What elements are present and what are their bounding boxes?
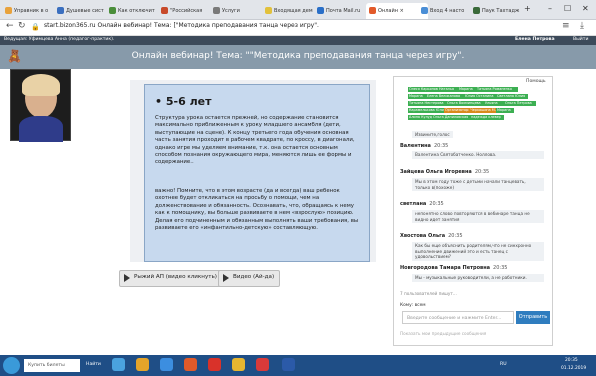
- chat-message-author: Новгородова Тамара Петровна 20:35: [400, 265, 508, 271]
- app-icon[interactable]: [184, 358, 197, 371]
- play-icon: [223, 274, 229, 282]
- participant-chip[interactable]: Карамелькова Юлия: [408, 108, 444, 113]
- chat-message-text: Извините,голос: [412, 131, 453, 138]
- recipient-selector[interactable]: Кому: всем: [400, 303, 426, 308]
- new-tab-button[interactable]: +: [524, 4, 531, 13]
- chat-panel: Помощь Олеся Карьянова Наталья Марина Та…: [393, 76, 553, 346]
- yandex-browser-icon[interactable]: [256, 358, 269, 371]
- participant-chip[interactable]: Ольга Петрова: [504, 101, 536, 106]
- page-title: Онлайн вебинар! Тема: ""Методика препода…: [131, 51, 465, 61]
- participant-chip[interactable]: надежда клевер: [470, 115, 504, 120]
- tab-favicon-icon: [109, 7, 116, 14]
- participant-chip[interactable]: Алина Кулуд: [408, 115, 432, 120]
- help-link[interactable]: Помощь: [526, 79, 546, 84]
- back-arrow-icon[interactable]: ←: [6, 21, 14, 31]
- tab-favicon-icon: [317, 7, 324, 14]
- participant-chip[interactable]: Татьяна Нестерова: [408, 101, 446, 106]
- participant-chip[interactable]: Олеся Карьянова: [408, 87, 438, 92]
- participant-chip[interactable]: Ульяна: [484, 101, 504, 106]
- tab-favicon-icon: [5, 7, 12, 14]
- chat-message-author: Хвостова Ольга 20:35: [400, 233, 463, 239]
- tab-favicon-icon: [57, 7, 64, 14]
- play-video-1-button[interactable]: Рыжий АП (видео кликнуть): [119, 270, 223, 287]
- url-field[interactable]: start.bizon365.ru Онлайн вебинар! Тема: …: [44, 22, 319, 29]
- find-button[interactable]: Найти: [86, 362, 101, 367]
- participants-list: Олеся Карьянова Наталья Марина Татьяна Р…: [396, 87, 548, 129]
- play-video-2-button[interactable]: Видео (Ай-да): [218, 270, 281, 287]
- chat-message-text: Валентина Святобатченко. Ноллова.: [412, 151, 544, 159]
- tab-favicon-icon: [369, 7, 376, 14]
- language-indicator[interactable]: RU: [500, 362, 507, 367]
- lock-icon: 🔒: [31, 23, 40, 31]
- participant-chip[interactable]: Марина: [408, 94, 426, 99]
- chat-message-text: Мы - музыкальные руководители, а не рабо…: [412, 274, 544, 282]
- tab-favicon-icon: [213, 7, 220, 14]
- slide-paragraph-2: важно! Помните, что в этом возрасте (да …: [155, 188, 359, 232]
- slide-title: • 5-6 лет: [155, 95, 212, 108]
- participant-chip[interactable]: Наталья: [438, 87, 458, 92]
- participant-chip[interactable]: Ольга Даниловская: [432, 115, 470, 120]
- participant-chip[interactable]: Ольга Вохминцева: [446, 101, 484, 106]
- close-icon[interactable]: ✕: [582, 4, 589, 13]
- presenter-video[interactable]: [10, 69, 71, 142]
- chat-input[interactable]: Введите сообщение и нажмите Enter...: [402, 311, 514, 324]
- presentation-slide: • 5-6 лет Структура урока остается прежн…: [144, 84, 370, 262]
- participant-chip[interactable]: Марина: [458, 87, 476, 92]
- chat-message-text: Как бы еще объяснить родителям,что не си…: [412, 242, 544, 261]
- minimize-icon[interactable]: –: [548, 4, 552, 13]
- start-button[interactable]: [3, 357, 20, 374]
- send-button[interactable]: Отправить: [516, 311, 550, 324]
- maximize-icon[interactable]: ☐: [564, 4, 571, 13]
- yandex-icon[interactable]: [232, 358, 245, 371]
- download-icon[interactable]: ⤓: [580, 21, 584, 31]
- organizer-chip[interactable]: Организатор: Черкашина М.А.: [444, 108, 496, 113]
- tab-favicon-icon: [421, 7, 428, 14]
- chat-message-author: Валентина 20:35: [400, 143, 449, 149]
- presenter-hair: [22, 74, 60, 96]
- site-header: Ведущая: Уфимцева Анна (педагог-практик)…: [0, 36, 596, 45]
- browser-tab-strip: Управник в о Душевые сист Как отключит "…: [0, 0, 596, 20]
- user-name: Елена Петрова: [515, 37, 555, 42]
- address-bar: ← ↻ 🔒 start.bizon365.ru Онлайн вебинар! …: [0, 20, 596, 36]
- page-title-bar: 🧸 Онлайн вебинар! Тема: ""Методика препо…: [0, 45, 596, 69]
- presenter-clothes: [19, 116, 63, 142]
- play-icon: [124, 274, 130, 282]
- chat-message-author: светлана 20:35: [400, 201, 444, 207]
- menu-icon[interactable]: ≡: [562, 21, 570, 31]
- typing-indicator: 7 пользователей пишут...: [400, 291, 457, 296]
- taskbar: Купить билеты Найти RU 20:35 01.12.2019: [0, 355, 596, 376]
- browser-tab[interactable]: Паук Тахтадж: [470, 3, 532, 19]
- explorer-icon[interactable]: [112, 358, 125, 371]
- participant-chip[interactable]: Светлана Юлия: [496, 94, 528, 99]
- participant-chip[interactable]: Елена Великанова: [426, 94, 464, 99]
- reload-icon[interactable]: ↻: [18, 21, 26, 31]
- participant-chip[interactable]: Татьяна Романенко: [476, 87, 518, 92]
- opera-icon[interactable]: [208, 358, 221, 371]
- tab-favicon-icon: [473, 7, 480, 14]
- presenter-label: Ведущая: Уфимцева Анна (педагог-практик)…: [4, 37, 115, 42]
- folder-icon[interactable]: [136, 358, 149, 371]
- participant-chip[interactable]: Юлия Останина: [464, 94, 496, 99]
- chat-message-text: непонятно слово повторяются в вебинаре т…: [412, 210, 544, 224]
- tab-favicon-icon: [265, 7, 272, 14]
- chat-message-text: Мы в этом году тоже с детьми начали танц…: [412, 178, 544, 192]
- taskbar-search[interactable]: Купить билеты: [24, 359, 80, 372]
- ie-icon[interactable]: [160, 358, 173, 371]
- show-previous-link[interactable]: Показать мои предыдущие сообщения: [400, 331, 486, 336]
- participant-chip[interactable]: Марина: [496, 108, 514, 113]
- clock-date: 01.12.2019: [561, 366, 587, 371]
- clock-time: 20:35: [565, 358, 578, 363]
- logout-link[interactable]: Выйти: [573, 37, 588, 42]
- word-icon[interactable]: [282, 358, 295, 371]
- chat-message-author: Зайцева Ольга Игоревна 20:35: [400, 169, 490, 175]
- tab-favicon-icon: [161, 7, 168, 14]
- slide-paragraph-1: Структура урока остается прежней, но сод…: [155, 115, 355, 166]
